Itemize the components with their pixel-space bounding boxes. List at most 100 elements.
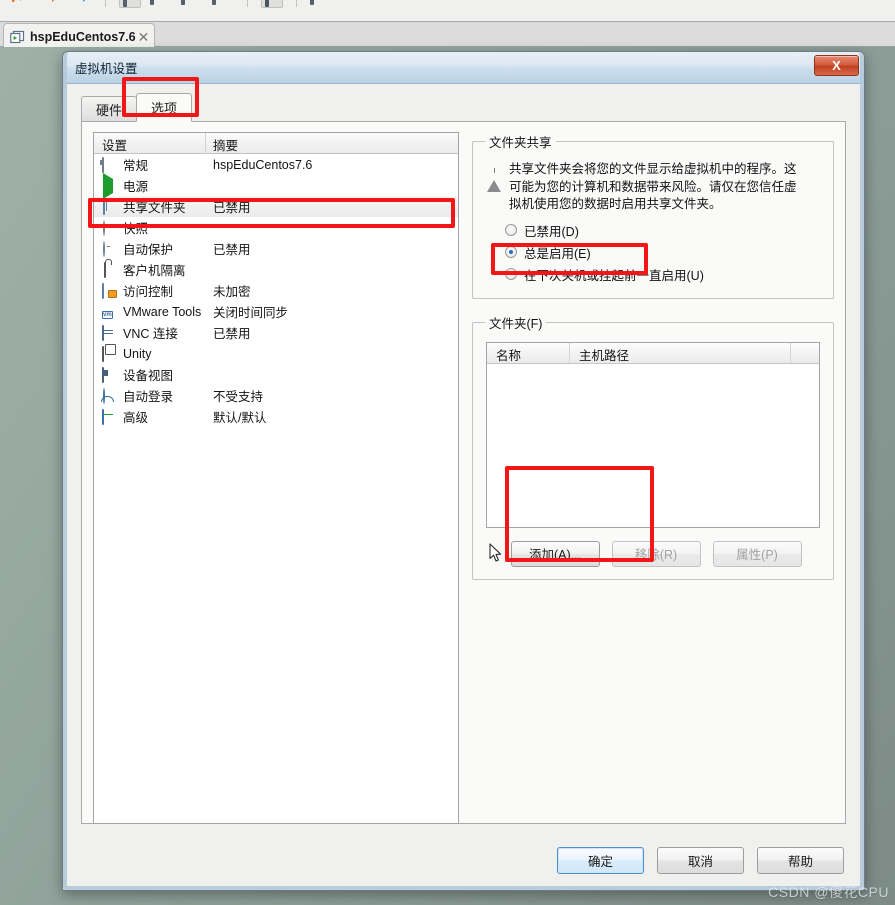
unity-mode-icon[interactable] bbox=[310, 0, 332, 8]
add-button[interactable]: 添加(A)... bbox=[510, 540, 600, 567]
folders-table-body bbox=[487, 363, 819, 527]
settings-row-access-control[interactable]: 访问控制 未加密 bbox=[94, 280, 458, 301]
snapshot-manager-icon[interactable] bbox=[212, 0, 234, 8]
power-icon bbox=[102, 172, 117, 199]
vm-tab-label: hspEduCentos7.6 bbox=[30, 30, 136, 44]
radio-disabled[interactable]: 已禁用(D) bbox=[505, 220, 823, 241]
dialog-footer: 确定 取消 帮助 bbox=[557, 847, 844, 874]
settings-row-name-cell: 共享文件夹 bbox=[94, 197, 206, 216]
vnc-icon bbox=[102, 324, 117, 341]
settings-row-name-cell: VNC 连接 bbox=[94, 323, 206, 342]
resume-arrow-icon[interactable] bbox=[70, 0, 92, 8]
radio-always-enabled[interactable]: 总是启用(E) bbox=[505, 242, 823, 263]
back-arrow-icon[interactable] bbox=[8, 0, 30, 8]
settings-row-label: VNC 连接 bbox=[123, 327, 178, 341]
settings-row-summary: 不受支持 bbox=[213, 390, 264, 404]
tab-hardware[interactable]: 硬件 bbox=[81, 96, 138, 122]
settings-row-label: 快照 bbox=[123, 222, 149, 236]
settings-row-label: 设备视图 bbox=[123, 369, 174, 383]
settings-row-label: 常规 bbox=[123, 159, 149, 173]
warning-icon bbox=[487, 163, 503, 192]
settings-row-summary: 未加密 bbox=[213, 285, 251, 299]
settings-row-name-cell: 设备视图 bbox=[94, 365, 206, 384]
access-icon bbox=[102, 282, 117, 299]
dialog-title: 虚拟机设置 bbox=[75, 62, 138, 76]
folders-table[interactable]: 名称 主机路径 bbox=[486, 341, 820, 528]
vmware-toolbar bbox=[0, 0, 895, 22]
settings-list-header: 设置 摘要 bbox=[94, 133, 458, 154]
vm-settings-dialog: 虚拟机设置 X 硬件 选项 设置 摘要 常规 hspEduCentos7.6 电… bbox=[62, 51, 865, 891]
cancel-button[interactable]: 取消 bbox=[657, 847, 744, 874]
settings-row-advanced[interactable]: 高级 默认/默认 bbox=[94, 406, 458, 427]
settings-row-summary: hspEduCentos7.6 bbox=[213, 157, 313, 172]
folders-legend: 文件夹(F) bbox=[489, 316, 543, 331]
watermark: CSDN @傻花CPU bbox=[768, 884, 889, 900]
settings-row-label: 高级 bbox=[123, 411, 149, 425]
mouse-cursor bbox=[489, 543, 503, 568]
dialog-content: 硬件 选项 设置 摘要 常规 hspEduCentos7.6 电源 共享文件夹 … bbox=[63, 84, 864, 890]
vm-tab-hspeducentos[interactable]: hspEduCentos7.6 ✕ bbox=[3, 23, 155, 50]
clock-icon bbox=[102, 240, 117, 257]
folders-col-header-extra[interactable] bbox=[791, 343, 819, 363]
folder-sharing-group: 文件夹共享 共享文件夹会将您的文件显示给虚拟机中的程序。这可能为您的计算机和数据… bbox=[472, 132, 834, 299]
vm-tab-icon bbox=[10, 30, 25, 44]
show-library-icon[interactable] bbox=[119, 0, 141, 8]
settings-row-autologin[interactable]: 自动登录 不受支持 bbox=[94, 385, 458, 406]
folders-col-header-name[interactable]: 名称 bbox=[487, 342, 570, 363]
settings-list[interactable]: 设置 摘要 常规 hspEduCentos7.6 电源 共享文件夹 已禁用 快照… bbox=[93, 132, 459, 824]
settings-row-summary: 已禁用 bbox=[213, 243, 251, 257]
toolbar-icon-group bbox=[8, 0, 332, 8]
help-button[interactable]: 帮助 bbox=[757, 847, 844, 874]
settings-row-label: 自动保护 bbox=[123, 243, 174, 257]
radio-button[interactable] bbox=[505, 268, 517, 280]
vm-tab-strip: hspEduCentos7.6 ✕ bbox=[0, 22, 895, 50]
settings-row-vmware-tools[interactable]: vm VMware Tools 关闭时间同步 bbox=[94, 301, 458, 322]
radio-label: 已禁用(D) bbox=[524, 224, 579, 239]
settings-row-device-view[interactable]: 设备视图 bbox=[94, 364, 458, 385]
settings-row-name-cell: 高级 bbox=[94, 407, 206, 426]
radio-button[interactable] bbox=[505, 246, 517, 258]
show-thumbnail-icon[interactable] bbox=[150, 0, 172, 8]
tab-options[interactable]: 选项 bbox=[136, 93, 193, 122]
settings-row-summary: 默认/默认 bbox=[213, 411, 267, 425]
forward-arrow-icon[interactable] bbox=[39, 0, 61, 8]
settings-row-summary: 已禁用 bbox=[213, 327, 251, 341]
settings-row-guest-isolation[interactable]: 客户机隔离 bbox=[94, 259, 458, 280]
settings-row-name-cell: 访问控制 bbox=[94, 281, 206, 300]
settings-row-label: 自动登录 bbox=[123, 390, 174, 404]
settings-row-label: VMware Tools bbox=[123, 304, 202, 319]
settings-row-name-cell: 自动登录 bbox=[94, 386, 206, 405]
settings-row-unity[interactable]: Unity bbox=[94, 343, 458, 364]
settings-row-shared-folders[interactable]: 共享文件夹 已禁用 bbox=[94, 196, 458, 217]
settings-row-name-cell: Unity bbox=[94, 345, 206, 362]
radio-until-shutdown[interactable]: 在下次关机或挂起前一直启用(U) bbox=[505, 264, 823, 285]
settings-row-vnc[interactable]: VNC 连接 已禁用 bbox=[94, 322, 458, 343]
ok-button[interactable]: 确定 bbox=[557, 847, 644, 874]
options-right-column: 文件夹共享 共享文件夹会将您的文件显示给虚拟机中的程序。这可能为您的计算机和数据… bbox=[472, 132, 834, 594]
settings-row-name-cell: 快照 bbox=[94, 218, 206, 237]
folders-table-header: 名称 主机路径 bbox=[487, 342, 819, 364]
show-console-icon[interactable] bbox=[181, 0, 203, 8]
folders-col-header-hostpath[interactable]: 主机路径 bbox=[570, 342, 791, 363]
settings-col-header-summary: 摘要 bbox=[213, 139, 239, 153]
folder-sharing-warning: 共享文件夹会将您的文件显示给虚拟机中的程序。这可能为您的计算机和数据带来风险。请… bbox=[487, 161, 823, 214]
dialog-titlebar: 虚拟机设置 X bbox=[63, 52, 864, 84]
close-icon[interactable]: ✕ bbox=[136, 30, 152, 44]
advanced-icon bbox=[102, 408, 117, 425]
fullscreen-icon[interactable] bbox=[261, 0, 283, 8]
settings-row-label: 共享文件夹 bbox=[123, 201, 186, 215]
radio-label: 在下次关机或挂起前一直启用(U) bbox=[524, 268, 704, 283]
settings-col-header-name: 设置 bbox=[94, 133, 206, 153]
toolbar-separator-2 bbox=[247, 0, 248, 7]
settings-row-label: 访问控制 bbox=[123, 285, 174, 299]
folder-icon bbox=[102, 198, 117, 215]
settings-row-general[interactable]: 常规 hspEduCentos7.6 bbox=[94, 154, 458, 175]
close-button[interactable]: X bbox=[814, 55, 859, 76]
settings-row-power[interactable]: 电源 bbox=[94, 172, 458, 199]
settings-row-autoprotect[interactable]: 自动保护 已禁用 bbox=[94, 238, 458, 259]
dialog-tabs: 硬件 选项 bbox=[81, 93, 193, 122]
deviceview-icon bbox=[102, 366, 117, 383]
lock-icon bbox=[102, 261, 117, 278]
settings-row-snapshot[interactable]: 快照 bbox=[94, 217, 458, 238]
radio-button[interactable] bbox=[505, 224, 517, 236]
